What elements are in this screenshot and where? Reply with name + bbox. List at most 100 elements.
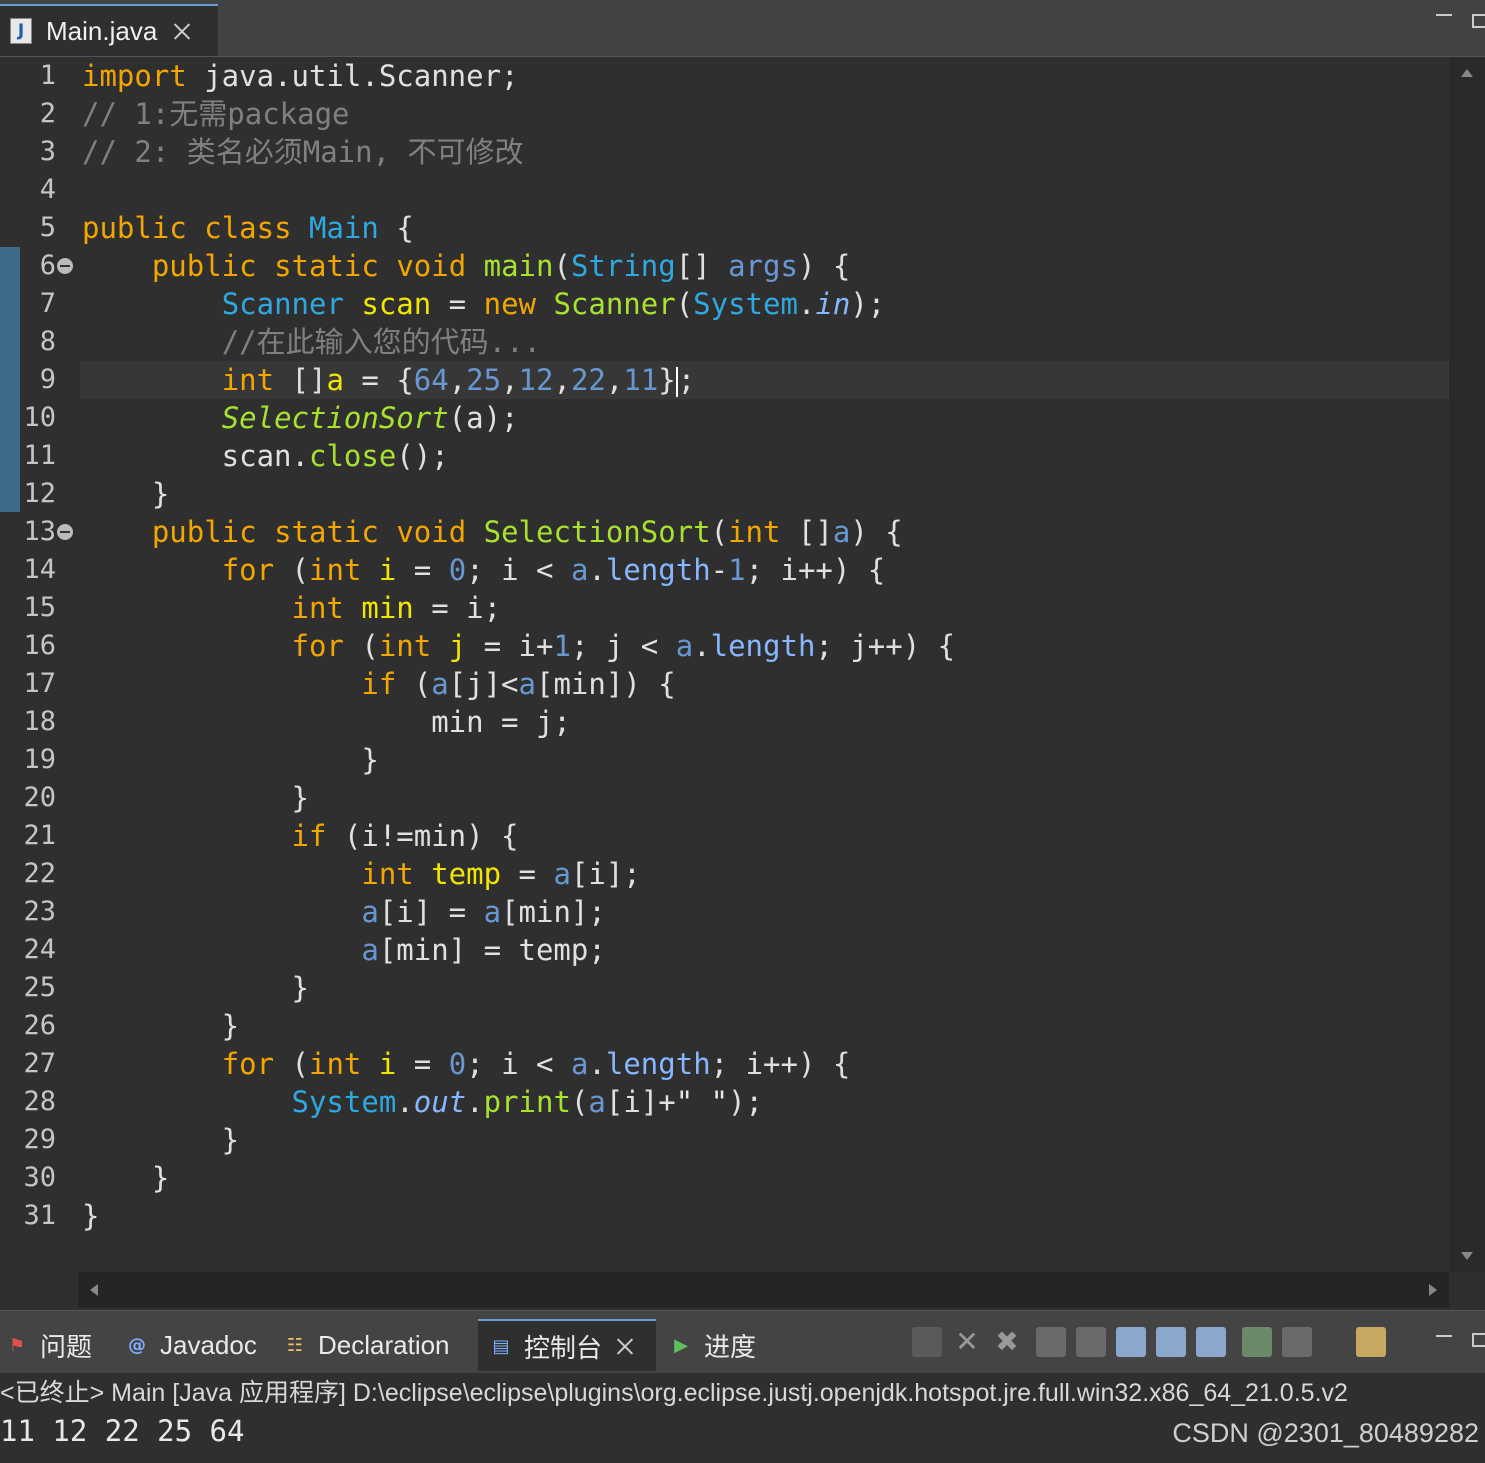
code-token: a (361, 933, 379, 967)
code-token: int (309, 553, 362, 587)
show-console-on-error-icon[interactable] (1196, 1327, 1226, 1357)
word-wrap-icon[interactable] (1116, 1327, 1146, 1357)
code-token: (a); (448, 401, 519, 435)
close-icon[interactable] (616, 1337, 634, 1355)
code-line[interactable]: public static void SelectionSort(int []a… (82, 513, 903, 551)
code-line[interactable]: for (int j = i+1; j < a.length; j++) { (82, 627, 956, 665)
open-console-icon[interactable] (1356, 1327, 1386, 1357)
code-token: , (448, 363, 467, 397)
editor-tab-title: Main.java (46, 15, 158, 46)
code-line[interactable]: if (i!=min) { (82, 817, 519, 855)
code-line[interactable]: public static void main(String[] args) { (82, 247, 850, 285)
code-line[interactable]: a[min] = temp; (82, 931, 605, 969)
maximize-icon[interactable] (1472, 14, 1485, 28)
tab-progress[interactable]: ▶ 进度 (668, 1319, 756, 1371)
code-line[interactable]: int min = i; (82, 589, 502, 627)
code-editor[interactable]: 1 import java.util.Scanner; 2 // 1:无需packag… (0, 57, 1449, 1272)
maximize-icon[interactable] (1472, 1333, 1485, 1347)
pin-console-icon[interactable] (1242, 1327, 1272, 1357)
code-token: [j]< (448, 667, 519, 701)
code-line[interactable]: } (82, 1159, 169, 1197)
scroll-down-icon[interactable] (1461, 1252, 1473, 1260)
line-number: 18 (23, 706, 56, 737)
code-token: print (483, 1085, 571, 1119)
code-token: import (82, 59, 187, 93)
code-line[interactable]: import java.util.Scanner; (82, 57, 519, 95)
declaration-icon: ☷ (286, 1334, 304, 1356)
vertical-scrollbar[interactable] (1449, 57, 1485, 1272)
code-token: 0 (448, 1047, 467, 1081)
code-line[interactable]: } (82, 969, 309, 1007)
tab-problems[interactable]: ⚑ 问题 (4, 1319, 92, 1371)
code-token: scan (361, 287, 432, 321)
code-token: ; i++) { (710, 1047, 851, 1081)
code-token: ( (274, 553, 309, 587)
code-line[interactable]: int temp = a[i]; (82, 855, 640, 893)
code-token: out (413, 1085, 467, 1119)
line-number: 11 (23, 440, 56, 471)
code-token: a (570, 1047, 589, 1081)
code-token: [i]+ (605, 1085, 676, 1119)
code-line[interactable]: } (82, 1197, 99, 1235)
close-icon[interactable] (173, 22, 191, 40)
minimize-icon[interactable] (1436, 14, 1452, 16)
terminate-icon[interactable] (912, 1327, 942, 1357)
code-line[interactable]: min = j; (82, 703, 571, 741)
scroll-lock-icon[interactable] (1076, 1327, 1106, 1357)
code-line[interactable]: a[i] = a[min]; (82, 893, 605, 931)
scroll-left-icon[interactable] (90, 1284, 98, 1296)
remove-launch-icon[interactable]: ✕ (952, 1327, 982, 1357)
code-line[interactable]: System.out.print(a[i]+" "); (82, 1083, 764, 1121)
code-line[interactable]: } (82, 741, 379, 779)
code-line[interactable]: for (int i = 0; i < a.length-1; i++) { (82, 551, 886, 589)
line-number: 7 (39, 288, 56, 319)
code-token: static (274, 515, 379, 549)
tab-declaration[interactable]: ☷ Declaration (282, 1319, 450, 1371)
code-token: int (378, 629, 432, 663)
code-line[interactable]: scan.close(); (82, 437, 449, 475)
code-line[interactable]: public class Main { (82, 209, 414, 247)
tab-javadoc[interactable]: @ Javadoc (124, 1319, 257, 1371)
clear-console-icon[interactable] (1036, 1327, 1066, 1357)
code-token: , (553, 363, 571, 397)
code-line[interactable]: for (int i = 0; i < a.length; i++) { (82, 1045, 851, 1083)
tab-label: Javadoc (160, 1329, 257, 1360)
code-token: [] (274, 363, 327, 397)
code-token: a (483, 895, 502, 929)
line-number: 2 (39, 98, 56, 129)
code-line[interactable]: } (82, 1007, 239, 1045)
code-line[interactable]: int []a = {64,25,12,22,11}; (82, 361, 695, 399)
show-console-on-output-icon[interactable] (1156, 1327, 1186, 1357)
code-line[interactable]: //在此输入您的代码... (82, 323, 541, 361)
code-line[interactable]: SelectionSort(a); (82, 399, 519, 437)
code-line[interactable]: } (82, 475, 169, 513)
code-line[interactable]: // 2: 类名必须Main, 不可修改 (82, 133, 524, 171)
code-token: ; j++) { (815, 629, 956, 663)
horizontal-scrollbar[interactable] (78, 1272, 1449, 1308)
tab-console[interactable]: ▤ 控制台 (478, 1319, 656, 1371)
code-token: } (82, 1123, 240, 1157)
code-line[interactable]: Scanner scan = new Scanner(System.in); (82, 285, 886, 323)
code-token: } (82, 743, 379, 777)
code-token: java.util.Scanner; (186, 59, 519, 93)
java-file-icon: J (10, 18, 32, 44)
scroll-right-icon[interactable] (1429, 1284, 1437, 1296)
code-line[interactable]: if (a[j]<a[min]) { (82, 665, 675, 703)
line-number: 24 (23, 934, 56, 965)
remove-all-icon[interactable]: ✖ (992, 1327, 1022, 1357)
display-console-icon[interactable] (1282, 1327, 1312, 1357)
editor-tab-main-java[interactable]: J Main.java (0, 4, 218, 56)
code-line[interactable]: } (82, 1121, 239, 1159)
fold-collapse-icon[interactable] (57, 524, 73, 540)
scroll-up-icon[interactable] (1461, 69, 1473, 77)
code-line[interactable]: // 1:无需package (82, 95, 350, 133)
fold-collapse-icon[interactable] (57, 258, 73, 274)
code-token: scan. (82, 439, 309, 473)
minimize-icon[interactable] (1436, 1335, 1452, 1337)
code-line[interactable]: } (82, 779, 309, 817)
